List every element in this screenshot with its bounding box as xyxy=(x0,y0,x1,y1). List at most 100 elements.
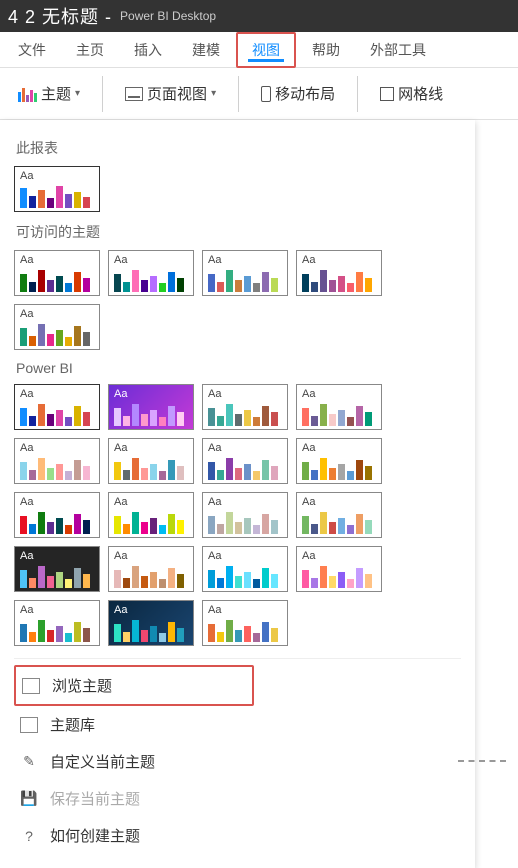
menu-theme-gallery[interactable]: 主题库 xyxy=(14,706,461,743)
theme-bars-icon xyxy=(302,562,376,588)
theme-aa-label: Aa xyxy=(114,443,188,454)
theme-bars-icon xyxy=(302,508,376,534)
theme-aa-label: Aa xyxy=(114,605,188,616)
theme-dropdown-button[interactable]: 主题 ▾ xyxy=(12,79,86,108)
tab-file[interactable]: 文件 xyxy=(4,34,60,66)
menu-howto-label: 如何创建主题 xyxy=(50,825,140,846)
theme-thumbnail[interactable]: Aa xyxy=(296,546,382,592)
section-accessible: 可访问的主题 xyxy=(16,222,461,242)
theme-bars-icon xyxy=(302,454,376,480)
theme-thumbnail[interactable]: Aa xyxy=(202,384,288,430)
theme-bars-icon xyxy=(208,454,282,480)
page-view-icon xyxy=(125,87,143,101)
theme-thumbnail[interactable]: Aa xyxy=(14,438,100,484)
theme-thumbnail[interactable]: Aa xyxy=(14,492,100,538)
theme-thumbnail[interactable]: Aa xyxy=(108,600,194,646)
menu-gallery-label: 主题库 xyxy=(50,714,95,735)
separator xyxy=(238,76,239,112)
chevron-down-icon: ▾ xyxy=(211,88,216,99)
menu-howto-theme[interactable]: ? 如何创建主题 xyxy=(14,817,461,854)
tab-home[interactable]: 主页 xyxy=(62,34,118,66)
mobile-layout-button[interactable]: 移动布局 xyxy=(255,79,341,108)
theme-aa-label: Aa xyxy=(302,389,376,400)
theme-aa-label: Aa xyxy=(114,255,188,266)
theme-aa-label: Aa xyxy=(208,497,282,508)
theme-bars-icon xyxy=(114,562,188,588)
theme-bars-icon xyxy=(302,400,376,426)
theme-bars-icon xyxy=(208,508,282,534)
gridlines-label: 网格线 xyxy=(398,83,443,104)
theme-menu: 浏览主题 主题库 ✎ 自定义当前主题 💾 保存当前主题 ? 如何创建主题 xyxy=(14,658,461,854)
page-view-button[interactable]: 页面视图 ▾ xyxy=(119,79,222,108)
mobile-icon xyxy=(261,86,271,102)
theme-bars-icon xyxy=(20,266,94,292)
browse-icon xyxy=(22,678,40,694)
menu-save-theme: 💾 保存当前主题 xyxy=(14,780,461,817)
menu-customize-label: 自定义当前主题 xyxy=(50,751,155,772)
theme-thumbnail[interactable]: Aa xyxy=(108,492,194,538)
theme-thumbnail[interactable]: Aa xyxy=(14,546,100,592)
tab-modeling[interactable]: 建模 xyxy=(178,34,234,66)
menu-browse-themes[interactable]: 浏览主题 xyxy=(14,665,254,706)
theme-aa-label: Aa xyxy=(20,443,94,454)
theme-aa-label: Aa xyxy=(208,443,282,454)
theme-bars-icon xyxy=(114,508,188,534)
menu-customize-theme[interactable]: ✎ 自定义当前主题 xyxy=(14,743,461,780)
tab-insert[interactable]: 插入 xyxy=(120,34,176,66)
theme-bars-icon xyxy=(20,182,94,208)
tab-external-tools[interactable]: 外部工具 xyxy=(356,34,440,66)
theme-bars-icon xyxy=(208,616,282,642)
theme-thumbnail[interactable]: Aa xyxy=(14,304,100,350)
theme-aa-label: Aa xyxy=(302,255,376,266)
theme-thumbnail[interactable]: Aa xyxy=(296,492,382,538)
theme-bars-icon xyxy=(302,266,376,292)
theme-thumbnail[interactable]: Aa xyxy=(108,546,194,592)
theme-dropdown-panel: 此报表 Aa 可访问的主题 AaAaAaAaAa Power BI AaAaAa… xyxy=(0,120,475,868)
theme-thumbnail[interactable]: Aa xyxy=(202,600,288,646)
theme-bars-icon xyxy=(208,266,282,292)
theme-icon xyxy=(18,86,37,102)
ribbon-toolbar: 主题 ▾ 页面视图 ▾ 移动布局 网格线 xyxy=(0,68,518,120)
theme-bars-icon xyxy=(114,454,188,480)
theme-bars-icon xyxy=(20,616,94,642)
theme-aa-label: Aa xyxy=(208,255,282,266)
theme-bars-icon xyxy=(208,562,282,588)
theme-aa-label: Aa xyxy=(302,443,376,454)
theme-thumbnail[interactable]: Aa xyxy=(108,438,194,484)
theme-thumbnail[interactable]: Aa xyxy=(296,250,382,296)
theme-bars-icon xyxy=(20,454,94,480)
theme-thumbnail[interactable]: Aa xyxy=(14,250,100,296)
checkbox-icon xyxy=(380,87,394,101)
theme-thumbnail[interactable]: Aa xyxy=(108,250,194,296)
theme-thumbnail[interactable]: Aa xyxy=(108,384,194,430)
theme-thumbnail[interactable]: Aa xyxy=(202,546,288,592)
title-bar: 4 2 无标题 - Power BI Desktop xyxy=(0,0,518,32)
theme-thumbnail[interactable]: Aa xyxy=(202,438,288,484)
theme-thumbnail[interactable]: Aa xyxy=(14,166,100,212)
theme-aa-label: Aa xyxy=(20,389,94,400)
theme-thumbnail[interactable]: Aa xyxy=(296,438,382,484)
customize-icon: ✎ xyxy=(20,754,38,770)
help-icon: ? xyxy=(20,828,38,844)
app-name: Power BI Desktop xyxy=(120,9,216,23)
theme-thumbnail[interactable]: Aa xyxy=(14,384,100,430)
theme-thumbnail[interactable]: Aa xyxy=(14,600,100,646)
separator xyxy=(102,76,103,112)
theme-thumbnail[interactable]: Aa xyxy=(202,250,288,296)
theme-thumbnail[interactable]: Aa xyxy=(202,492,288,538)
document-title: 4 2 无标题 - xyxy=(8,3,112,29)
separator xyxy=(357,76,358,112)
page-view-label: 页面视图 xyxy=(147,83,207,104)
theme-bars-icon xyxy=(114,616,188,642)
theme-aa-label: Aa xyxy=(208,605,282,616)
gridlines-toggle[interactable]: 网格线 xyxy=(374,79,449,108)
tab-view[interactable]: 视图 xyxy=(236,32,296,68)
menu-browse-label: 浏览主题 xyxy=(52,675,112,696)
theme-thumbnail[interactable]: Aa xyxy=(296,384,382,430)
theme-aa-label: Aa xyxy=(20,255,94,266)
chevron-down-icon: ▾ xyxy=(75,88,80,99)
theme-aa-label: Aa xyxy=(208,551,282,562)
tab-help[interactable]: 帮助 xyxy=(298,34,354,66)
theme-bars-icon xyxy=(20,508,94,534)
section-powerbi: Power BI xyxy=(16,360,461,376)
